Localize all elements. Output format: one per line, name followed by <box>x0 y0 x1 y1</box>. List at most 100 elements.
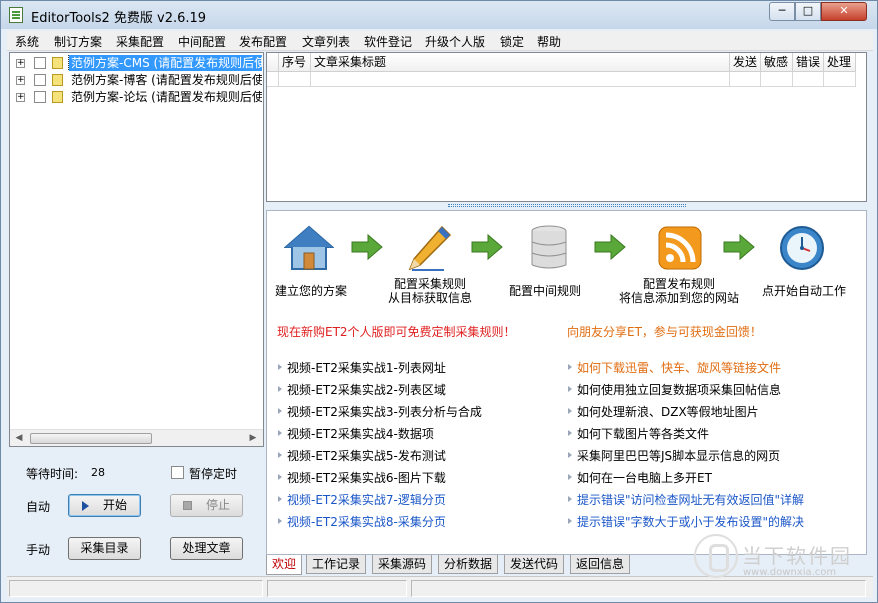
status-bar <box>7 576 873 598</box>
menu-plan[interactable]: 制订方案 <box>54 33 102 50</box>
expand-icon[interactable]: + <box>16 76 25 85</box>
menu-article-list[interactable]: 文章列表 <box>302 33 350 50</box>
database-icon[interactable] <box>524 223 574 273</box>
tutorial-link[interactable]: 视频-ET2采集实战2-列表区域 <box>278 381 446 398</box>
promo-right[interactable]: 向朋友分享ET，参与可获现金回馈！ <box>567 323 762 340</box>
menu-collect-config[interactable]: 采集配置 <box>116 33 164 50</box>
step-label-middle-rules[interactable]: 配置中间规则 <box>509 284 581 298</box>
tree-item[interactable]: + 范例方案-CMS (请配置发布规则后使 <box>14 55 262 71</box>
arrow-right-icon <box>351 233 383 261</box>
status-cell <box>9 580 263 597</box>
faq-link[interactable]: 采集阿里巴巴等JS脚本显示信息的网页 <box>567 447 780 464</box>
tree-checkbox[interactable] <box>34 91 46 103</box>
process-articles-button[interactable]: 处理文章 <box>170 537 243 560</box>
faq-link[interactable]: 如何使用独立回复数据项采集回帖信息 <box>567 381 781 398</box>
scroll-left-icon[interactable]: ◀ <box>14 433 24 443</box>
faq-link[interactable]: 提示错误"访问检查网址无有效返回值"详解 <box>567 491 804 508</box>
menu-register[interactable]: 软件登记 <box>364 33 412 50</box>
tab-return-info[interactable]: 返回信息 <box>570 555 630 574</box>
auto-label: 自动 <box>26 500 51 514</box>
stop-button[interactable]: 停止 <box>170 494 243 517</box>
tree-item-label[interactable]: 范例方案-论坛 (请配置发布规则后使 <box>69 89 262 105</box>
pencil-icon[interactable] <box>404 223 454 273</box>
tree-checkbox[interactable] <box>34 57 46 69</box>
tree-item-label[interactable]: 范例方案-博客 (请配置发布规则后使 <box>69 72 262 88</box>
rss-icon[interactable] <box>655 223 705 273</box>
tree-item-label[interactable]: 范例方案-CMS (请配置发布规则后使 <box>67 55 262 71</box>
tab-send-code[interactable]: 发送代码 <box>504 555 564 574</box>
faq-link[interactable]: 提示错误"字数大于或小于发布设置"的解决 <box>567 513 804 530</box>
menu-help[interactable]: 帮助 <box>537 33 561 50</box>
manual-label: 手动 <box>26 543 51 557</box>
collect-directory-button[interactable]: 采集目录 <box>68 537 141 560</box>
tutorial-link[interactable]: 视频-ET2采集实战1-列表网址 <box>278 359 446 376</box>
tutorial-link[interactable]: 视频-ET2采集实战8-采集分页 <box>278 513 446 530</box>
clock-icon[interactable] <box>777 223 827 273</box>
tree-item[interactable]: + 范例方案-博客 (请配置发布规则后使 <box>14 72 262 88</box>
menu-bar: 系统 制订方案 采集配置 中间配置 发布配置 文章列表 软件登记 升级个人版 锁… <box>7 31 873 51</box>
menu-middle-config[interactable]: 中间配置 <box>178 33 226 50</box>
step-label-collect-rules[interactable]: 配置采集规则 从目标获取信息 <box>388 277 472 305</box>
expand-icon[interactable]: + <box>16 93 25 102</box>
welcome-panel: 建立您的方案 配置采集规则 从目标获取信息 配置中间规则 配置发布规则 将信息添… <box>266 210 867 555</box>
expand-icon[interactable]: + <box>16 59 25 68</box>
tab-work-log[interactable]: 工作记录 <box>306 555 366 574</box>
step-label-start-work[interactable]: 点开始自动工作 <box>762 284 846 298</box>
step-label-publish-rules[interactable]: 配置发布规则 将信息添加到您的网站 <box>619 277 739 305</box>
step-label-line: 配置发布规则 <box>643 277 716 291</box>
wait-time-value: 28 <box>91 466 105 479</box>
tab-welcome[interactable]: 欢迎 <box>266 555 302 575</box>
tutorial-link[interactable]: 视频-ET2采集实战5-发布测试 <box>278 447 446 464</box>
tutorial-link[interactable]: 视频-ET2采集实战6-图片下载 <box>278 469 446 486</box>
tree-item[interactable]: + 范例方案-论坛 (请配置发布规则后使 <box>14 89 262 105</box>
faq-link[interactable]: 如何处理新浪、DZX等假地址图片 <box>568 403 759 420</box>
tab-source-code[interactable]: 采集源码 <box>372 555 432 574</box>
grid-corner <box>267 53 279 72</box>
title-bar[interactable]: EditorTools2 免费版 v2.6.19 ─ □ ✕ <box>1 1 877 29</box>
stop-button-label: 停止 <box>205 498 230 512</box>
start-button[interactable]: 开始 <box>68 494 141 517</box>
home-icon[interactable] <box>284 223 334 273</box>
bottom-tab-strip: 欢迎 工作记录 采集源码 分析数据 发送代码 返回信息 <box>266 555 646 575</box>
horizontal-scrollbar[interactable]: ◀ ▶ <box>10 429 263 446</box>
scheme-tree[interactable]: + 范例方案-CMS (请配置发布规则后使 + 范例方案-博客 (请配置发布规则… <box>9 52 264 447</box>
menu-upgrade[interactable]: 升级个人版 <box>425 33 485 50</box>
tutorial-link[interactable]: 视频-ET2采集实战7-逻辑分页 <box>278 491 446 508</box>
step-label-create-scheme[interactable]: 建立您的方案 <box>275 284 347 298</box>
tree-checkbox[interactable] <box>34 74 46 86</box>
grid-cell <box>311 72 730 87</box>
maximize-button[interactable]: □ <box>795 2 821 21</box>
faq-link[interactable]: 如何在一台电脑上多开ET <box>568 469 712 486</box>
promo-left[interactable]: 现在新购ET2个人版即可免费定制采集规则！ <box>277 323 516 340</box>
arrow-right-icon <box>723 233 755 261</box>
close-button[interactable]: ✕ <box>821 2 867 21</box>
folder-icon <box>52 91 63 103</box>
tutorial-link[interactable]: 视频-ET2采集实战3-列表分析与合成 <box>278 403 482 420</box>
column-header-sent[interactable]: 发送 <box>730 53 761 72</box>
column-header-error[interactable]: 错误 <box>793 53 824 72</box>
column-header-process[interactable]: 处理 <box>824 53 856 72</box>
pause-timer-checkbox[interactable] <box>171 466 184 479</box>
minimize-button[interactable]: ─ <box>769 2 795 21</box>
watermark-logo-icon <box>694 534 738 578</box>
menu-publish-config[interactable]: 发布配置 <box>239 33 287 50</box>
splitter-grip[interactable] <box>448 204 686 207</box>
tutorial-link[interactable]: 视频-ET2采集实战4-数据项 <box>278 425 434 442</box>
pane-splitter[interactable] <box>266 203 867 209</box>
grid-cell <box>824 72 856 87</box>
scroll-thumb[interactable] <box>30 433 152 444</box>
grid-cell <box>267 72 279 87</box>
menu-system[interactable]: 系统 <box>15 33 39 50</box>
faq-link[interactable]: 如何下载迅雷、快车、旋风等链接文件 <box>567 359 781 376</box>
column-header-title[interactable]: 文章采集标题 <box>311 53 730 72</box>
faq-link[interactable]: 如何下载图片等各类文件 <box>567 425 709 442</box>
menu-lock[interactable]: 锁定 <box>500 33 524 50</box>
scroll-right-icon[interactable]: ▶ <box>248 433 258 443</box>
arrow-right-icon <box>594 233 626 261</box>
column-header-index[interactable]: 序号 <box>279 53 311 72</box>
column-header-sensitive[interactable]: 敏感 <box>761 53 793 72</box>
tab-analysis-data[interactable]: 分析数据 <box>438 555 498 574</box>
window-title: EditorTools2 免费版 v2.6.19 <box>31 11 207 26</box>
start-button-label: 开始 <box>102 498 127 512</box>
article-grid[interactable]: 序号 文章采集标题 发送 敏感 错误 处理 <box>266 52 867 202</box>
